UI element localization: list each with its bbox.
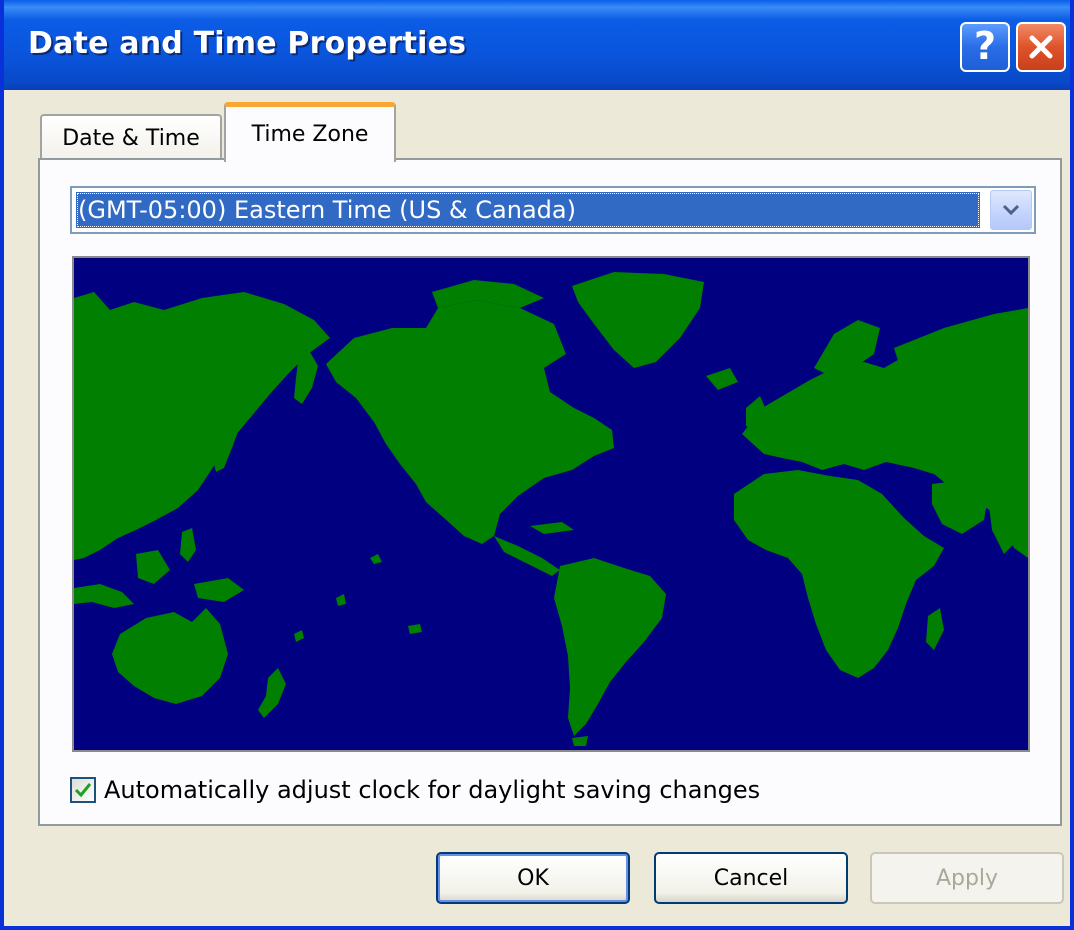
chevron-down-icon — [1002, 204, 1020, 216]
world-map[interactable] — [72, 256, 1030, 752]
close-button[interactable] — [1016, 22, 1066, 72]
title-bar[interactable]: Date and Time Properties ? — [4, 0, 1070, 90]
timezone-dropdown[interactable]: (GMT-05:00) Eastern Time (US & Canada) — [70, 186, 1036, 234]
help-button[interactable]: ? — [960, 22, 1010, 72]
time-zone-panel: (GMT-05:00) Eastern Time (US & Canada) A… — [38, 158, 1062, 826]
daylight-saving-label: Automatically adjust clock for daylight … — [104, 776, 761, 804]
tab-time-zone[interactable]: Time Zone — [224, 102, 396, 162]
ok-button[interactable]: OK — [436, 852, 630, 904]
dialog-window: Date and Time Properties ? Date & Time T… — [0, 0, 1074, 930]
dropdown-button[interactable] — [990, 190, 1032, 230]
apply-button[interactable]: Apply — [870, 852, 1064, 904]
tab-date-time[interactable]: Date & Time — [40, 114, 222, 160]
close-icon — [1029, 35, 1053, 59]
world-map-graphic — [74, 258, 1028, 750]
cancel-button[interactable]: Cancel — [654, 852, 848, 904]
daylight-saving-checkbox[interactable] — [70, 777, 96, 803]
daylight-saving-option[interactable]: Automatically adjust clock for daylight … — [70, 772, 760, 808]
checkmark-icon — [74, 783, 92, 798]
window-title: Date and Time Properties — [28, 26, 467, 61]
help-icon: ? — [973, 24, 997, 68]
timezone-selected-value: (GMT-05:00) Eastern Time (US & Canada) — [76, 192, 980, 228]
